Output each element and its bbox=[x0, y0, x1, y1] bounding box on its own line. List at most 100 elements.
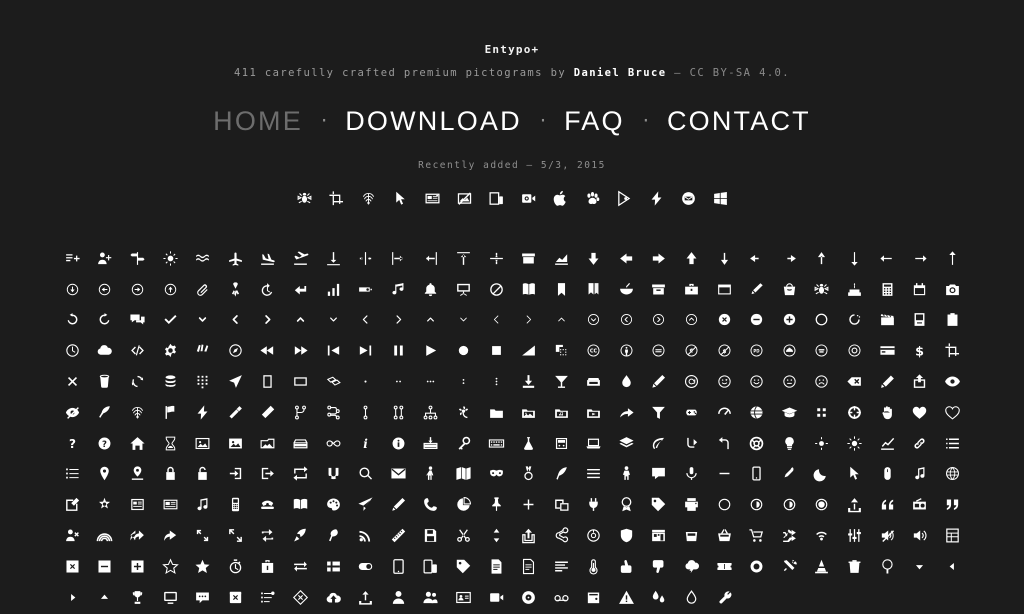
level-down-icon[interactable] bbox=[675, 428, 708, 459]
email-icon[interactable] bbox=[675, 366, 708, 397]
tablet-mobile-icon[interactable] bbox=[415, 551, 448, 582]
save-icon[interactable] bbox=[415, 520, 448, 551]
voicemail-icon[interactable] bbox=[545, 582, 578, 613]
tv-icon[interactable] bbox=[154, 582, 187, 613]
bucket-icon[interactable] bbox=[773, 274, 806, 305]
arrow-long-right-icon[interactable] bbox=[903, 243, 936, 274]
install-icon[interactable] bbox=[415, 428, 448, 459]
heart-outlined-icon[interactable] bbox=[936, 397, 969, 428]
add-user-icon[interactable] bbox=[89, 243, 122, 274]
layers-icon[interactable] bbox=[610, 428, 643, 459]
tag-icon[interactable] bbox=[447, 551, 480, 582]
mens-icon[interactable] bbox=[610, 459, 643, 490]
old-mobile-icon[interactable] bbox=[219, 489, 252, 520]
arrow-long-down-icon[interactable] bbox=[838, 243, 871, 274]
align-right-icon[interactable] bbox=[415, 243, 448, 274]
circle-with-minus-icon[interactable] bbox=[740, 305, 773, 336]
shopping-basket-icon[interactable] bbox=[708, 520, 741, 551]
arrow-right-icon[interactable] bbox=[773, 243, 806, 274]
chevron-with-circle-up-icon[interactable] bbox=[675, 305, 708, 336]
map-icon[interactable] bbox=[447, 459, 480, 490]
location-icon[interactable] bbox=[121, 459, 154, 490]
switch-icon[interactable] bbox=[349, 551, 382, 582]
reply-icon[interactable] bbox=[121, 520, 154, 551]
eye-with-line-icon[interactable] bbox=[56, 397, 89, 428]
bookmarks-icon[interactable] bbox=[578, 274, 611, 305]
chevron-thin-up-icon[interactable] bbox=[545, 305, 578, 336]
bar-graph-icon[interactable] bbox=[317, 274, 350, 305]
signal-icon[interactable] bbox=[806, 520, 839, 551]
volume-icon[interactable] bbox=[512, 335, 545, 366]
images-icon[interactable] bbox=[252, 428, 285, 459]
play-icon[interactable] bbox=[415, 335, 448, 366]
v-card-icon[interactable] bbox=[447, 582, 480, 613]
bell-icon[interactable] bbox=[415, 274, 448, 305]
users-icon[interactable] bbox=[415, 582, 448, 613]
shareable-icon[interactable] bbox=[578, 520, 611, 551]
attachment-icon[interactable] bbox=[186, 274, 219, 305]
back-in-time-icon[interactable] bbox=[252, 274, 285, 305]
plus-icon[interactable] bbox=[512, 489, 545, 520]
archive-icon[interactable] bbox=[512, 243, 545, 274]
hand-icon[interactable] bbox=[871, 397, 904, 428]
clapperboard-icon[interactable] bbox=[871, 305, 904, 336]
gauge-icon[interactable] bbox=[708, 397, 741, 428]
bug-icon[interactable] bbox=[288, 182, 320, 214]
user-icon[interactable] bbox=[382, 582, 415, 613]
mobile-device-icon[interactable] bbox=[480, 182, 512, 214]
key-icon[interactable] bbox=[447, 428, 480, 459]
block-icon[interactable] bbox=[480, 274, 513, 305]
air-icon[interactable] bbox=[154, 243, 187, 274]
login-icon[interactable] bbox=[219, 459, 252, 490]
medal-icon[interactable] bbox=[512, 459, 545, 490]
classic-computer-icon[interactable] bbox=[903, 305, 936, 336]
message-icon[interactable] bbox=[643, 459, 676, 490]
image-icon[interactable] bbox=[186, 428, 219, 459]
text-document-inverted-icon[interactable] bbox=[480, 551, 513, 582]
clock-icon[interactable] bbox=[56, 335, 89, 366]
squared-plus-icon[interactable] bbox=[121, 551, 154, 582]
triangle-left-icon[interactable] bbox=[936, 551, 969, 582]
game-controller-icon[interactable] bbox=[675, 397, 708, 428]
heart-icon[interactable] bbox=[903, 397, 936, 428]
time-slot-icon[interactable] bbox=[740, 551, 773, 582]
keyboard-icon[interactable] bbox=[480, 428, 513, 459]
flower-icon[interactable] bbox=[447, 397, 480, 428]
google-play-icon[interactable] bbox=[608, 182, 640, 214]
cc-public-domain-icon[interactable]: PD bbox=[740, 335, 773, 366]
inbox-icon[interactable] bbox=[284, 428, 317, 459]
dial-pad-icon[interactable] bbox=[186, 366, 219, 397]
signpost-icon[interactable] bbox=[121, 243, 154, 274]
flow-cascade-icon[interactable] bbox=[317, 397, 350, 428]
resize-100-icon[interactable] bbox=[186, 520, 219, 551]
select-arrows-icon[interactable] bbox=[480, 520, 513, 551]
pause-icon[interactable] bbox=[382, 335, 415, 366]
dots-three-vertical-icon[interactable] bbox=[480, 366, 513, 397]
area-graph-icon[interactable] bbox=[545, 243, 578, 274]
wrench-icon[interactable] bbox=[708, 582, 741, 613]
cloud-icon[interactable] bbox=[89, 335, 122, 366]
help-icon[interactable]: ? bbox=[56, 428, 89, 459]
chevron-small-up-icon[interactable] bbox=[415, 305, 448, 336]
shop-icon[interactable] bbox=[643, 520, 676, 551]
fast-backward-icon[interactable] bbox=[252, 335, 285, 366]
arrow-up-icon[interactable] bbox=[806, 243, 839, 274]
hour-glass-icon[interactable] bbox=[154, 428, 187, 459]
drop-icon[interactable] bbox=[610, 366, 643, 397]
emoji-happy-icon[interactable] bbox=[740, 366, 773, 397]
mouse-pointer-icon[interactable] bbox=[838, 459, 871, 490]
chevron-with-circle-right-icon[interactable] bbox=[643, 305, 676, 336]
cw-icon[interactable] bbox=[89, 305, 122, 336]
arrow-down-icon[interactable] bbox=[708, 243, 741, 274]
globe-icon[interactable] bbox=[740, 397, 773, 428]
list-icon[interactable] bbox=[936, 428, 969, 459]
menu-icon[interactable] bbox=[578, 459, 611, 490]
database-icon[interactable] bbox=[154, 366, 187, 397]
sweden-icon[interactable] bbox=[317, 551, 350, 582]
trophy-icon[interactable] bbox=[121, 582, 154, 613]
upload-to-cloud-icon[interactable] bbox=[317, 582, 350, 613]
text-icon[interactable] bbox=[545, 551, 578, 582]
tree-icon[interactable] bbox=[871, 551, 904, 582]
mouse-icon[interactable] bbox=[871, 459, 904, 490]
battery-icon[interactable] bbox=[349, 274, 382, 305]
